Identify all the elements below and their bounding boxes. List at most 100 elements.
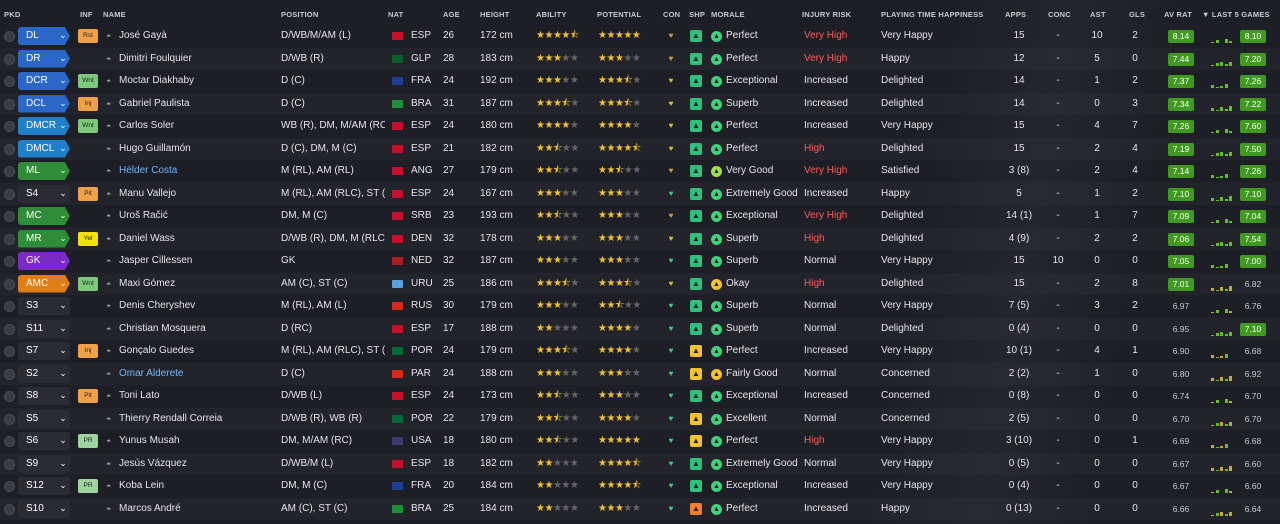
chevron-down-icon[interactable]: ⌄ [56, 185, 70, 203]
nationality[interactable]: POR [411, 340, 441, 363]
player-name[interactable]: Toni Lato [119, 385, 277, 408]
player-name[interactable]: Marcos André [119, 498, 277, 521]
nationality[interactable]: NED [411, 250, 441, 273]
player-name[interactable]: Koba Lein [119, 475, 277, 498]
chevron-down-icon[interactable]: ⌄ [56, 320, 70, 338]
header-apps[interactable]: APPS [1005, 10, 1026, 19]
player-row[interactable]: S11 ⌄ ◓ Christian Mosquera D (RC) ESP 17 188 cm… [0, 318, 1280, 341]
select-radio[interactable] [4, 25, 16, 48]
player-row[interactable]: MR ⌄ Yel ◓ Daniel Wass D/WB (R), DM, M (RLC) D… [0, 228, 1280, 251]
header-nat[interactable]: NAT [388, 10, 403, 19]
player-row[interactable]: S5 ⌄ ◓ Thierry Rendall Correia D/WB (R), WB … [0, 408, 1280, 431]
nationality[interactable]: URU [411, 273, 441, 296]
player-row[interactable]: S9 ⌄ ◓ Jesús Vázquez D/WB/M (L) ESP 18 182 cm ★★… [0, 453, 1280, 476]
player-row[interactable]: S3 ⌄ ◓ Denis Cheryshev M (RL), AM (L) RUS 30 17… [0, 295, 1280, 318]
select-radio[interactable] [4, 295, 16, 318]
select-radio[interactable] [4, 48, 16, 71]
select-radio[interactable] [4, 408, 16, 431]
header-height[interactable]: HEIGHT [480, 10, 510, 19]
player-row[interactable]: DMCL ⌄ ◓ Hugo Guillamón D (C), DM, M (C) ESP 2… [0, 138, 1280, 161]
chevron-down-icon[interactable]: ⌄ [56, 252, 70, 270]
nationality[interactable]: PAR [411, 363, 441, 386]
header-ast[interactable]: AST [1090, 10, 1106, 19]
player-name[interactable]: Carlos Soler [119, 115, 277, 138]
nationality[interactable]: ESP [411, 453, 441, 476]
nationality[interactable]: USA [411, 430, 441, 453]
player-name[interactable]: Moctar Diakhaby [119, 70, 277, 93]
header-ability[interactable]: ABILITY [536, 10, 567, 19]
player-row[interactable]: DCR ⌄ Wnt ◓ Moctar Diakhaby D (C) FRA 24 192 cm ★… [0, 70, 1280, 93]
chevron-down-icon[interactable]: ⌄ [56, 297, 70, 315]
player-name[interactable]: Jesús Vázquez [119, 453, 277, 476]
nationality[interactable]: ANG [411, 160, 441, 183]
chevron-down-icon[interactable]: ⌄ [56, 477, 70, 495]
chevron-down-icon[interactable]: ⌄ [56, 365, 70, 383]
player-name[interactable]: Denis Cheryshev [119, 295, 277, 318]
nationality[interactable]: ESP [411, 183, 441, 206]
nationality[interactable]: BRA [411, 498, 441, 521]
player-name[interactable]: Christian Mosquera [119, 318, 277, 341]
select-radio[interactable] [4, 70, 16, 93]
header-position[interactable]: POSITION [281, 10, 318, 19]
chevron-down-icon[interactable]: ⌄ [56, 275, 70, 293]
nationality[interactable]: GLP [411, 48, 441, 71]
chevron-down-icon[interactable]: ⌄ [56, 455, 70, 473]
player-row[interactable]: S10 ⌄ ◓ Marcos André AM (C), ST (C) BRA 25 184 … [0, 498, 1280, 521]
header-last-5-games[interactable]: ▼ LAST 5 GAMES [1202, 10, 1270, 19]
player-name[interactable]: Omar Alderete [119, 363, 277, 386]
select-radio[interactable] [4, 138, 16, 161]
player-row[interactable]: DR ⌄ ◓ Dimitri Foulquier D/WB (R) GLP 28 183 cm… [0, 48, 1280, 71]
chevron-down-icon[interactable]: ⌄ [56, 387, 70, 405]
select-radio[interactable] [4, 205, 16, 228]
player-row[interactable]: S7 ⌄ Inj ◓ Gonçalo Guedes M (RL), AM (RLC), S… [0, 340, 1280, 363]
player-name[interactable]: Gabriel Paulista [119, 93, 277, 116]
select-radio[interactable] [4, 273, 16, 296]
select-radio[interactable] [4, 385, 16, 408]
player-name[interactable]: Thierry Rendall Correia [119, 408, 277, 431]
header-gls[interactable]: GLS [1129, 10, 1145, 19]
player-name[interactable]: Hélder Costa [119, 160, 277, 183]
nationality[interactable]: RUS [411, 295, 441, 318]
nationality[interactable]: SRB [411, 205, 441, 228]
header-morale[interactable]: MORALE [711, 10, 745, 19]
select-radio[interactable] [4, 475, 16, 498]
nationality[interactable]: ESP [411, 318, 441, 341]
select-radio[interactable] [4, 93, 16, 116]
player-row[interactable]: AMC ⌄ Wnt ◓ Maxi Gómez AM (C), ST (C) URU 25 186… [0, 273, 1280, 296]
player-name[interactable]: Yunus Musah [119, 430, 277, 453]
select-radio[interactable] [4, 498, 16, 521]
chevron-down-icon[interactable]: ⌄ [56, 230, 70, 248]
player-name[interactable]: Uroš Račić [119, 205, 277, 228]
header-pkd[interactable]: PKD [4, 10, 20, 19]
player-row[interactable]: S12 ⌄ PR ◓ Koba Lein DM, M (C) FRA 20 184 cm ★★★★… [0, 475, 1280, 498]
player-name[interactable]: Hugo Guillamón [119, 138, 277, 161]
select-radio[interactable] [4, 160, 16, 183]
select-radio[interactable] [4, 430, 16, 453]
header-av-rat[interactable]: AV RAT [1164, 10, 1192, 19]
header-shp[interactable]: SHP [689, 10, 705, 19]
header-playing-time-happiness[interactable]: PLAYING TIME HAPPINESS [881, 10, 983, 19]
select-radio[interactable] [4, 250, 16, 273]
chevron-down-icon[interactable]: ⌄ [56, 27, 70, 45]
player-row[interactable]: GK ⌄ ◓ Jasper Cillessen GK NED 32 187 cm ★★★★★ ★★… [0, 250, 1280, 273]
player-name[interactable]: Manu Vallejo [119, 183, 277, 206]
nationality[interactable]: FRA [411, 70, 441, 93]
header-name[interactable]: NAME [103, 10, 126, 19]
select-radio[interactable] [4, 453, 16, 476]
chevron-down-icon[interactable]: ⌄ [56, 162, 70, 180]
player-row[interactable]: S2 ⌄ ◓ Omar Alderete D (C) PAR 24 188 cm ★★★★★ ★★… [0, 363, 1280, 386]
player-row[interactable]: S4 ⌄ Pit ◓ Manu Vallejo M (RL), AM (RLC), ST … [0, 183, 1280, 206]
chevron-down-icon[interactable]: ⌄ [56, 342, 70, 360]
header-potential[interactable]: POTENTIAL [597, 10, 641, 19]
player-row[interactable]: S8 ⌄ Pit ◓ Toni Lato D/WB (L) ESP 24 173 cm ★★⯪★★… [0, 385, 1280, 408]
select-radio[interactable] [4, 115, 16, 138]
player-name[interactable]: Maxi Gómez [119, 273, 277, 296]
player-row[interactable]: S6 ⌄ PR ◓ Yunus Musah DM, M/AM (RC) USA 18 180 c… [0, 430, 1280, 453]
nationality[interactable]: FRA [411, 475, 441, 498]
select-radio[interactable] [4, 228, 16, 251]
nationality[interactable]: POR [411, 408, 441, 431]
header-con[interactable]: CON [663, 10, 680, 19]
player-row[interactable]: DL ⌄ Rst ◓ José Gayà D/WB/M/AM (L) ESP 26 172 cm… [0, 25, 1280, 48]
player-name[interactable]: Jasper Cillessen [119, 250, 277, 273]
chevron-down-icon[interactable]: ⌄ [56, 95, 70, 113]
